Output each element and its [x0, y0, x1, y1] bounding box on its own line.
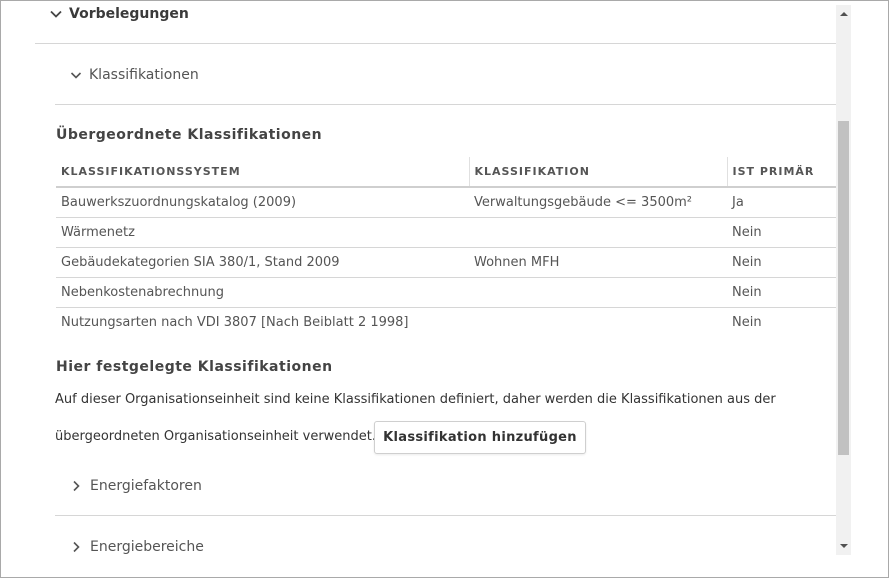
table-row: Gebäudekategorien SIA 380/1, Stand 2009 … [56, 247, 836, 278]
section-title-energiebereiche: Energiebereiche [90, 539, 204, 555]
chevron-right-icon [69, 540, 83, 554]
divider [35, 43, 836, 44]
cell-system: Nutzungsarten nach VDI 3807 [Nach Beibla… [61, 314, 409, 330]
scroll-down-arrow-icon[interactable] [836, 539, 851, 553]
section-title-vorbelegungen: Vorbelegungen [69, 6, 189, 22]
divider [55, 104, 836, 105]
column-header-primary[interactable]: IST PRIMÄR [726, 157, 836, 188]
table-row: Nebenkostenabrechnung Nein [56, 277, 836, 308]
divider [55, 515, 836, 516]
cell-system: Wärmenetz [56, 217, 469, 248]
cell-system: Nebenkostenabrechnung [56, 277, 469, 308]
info-text-line-1: Auf dieser Organisationseinheit sind kei… [55, 392, 776, 407]
cell-classification: Verwaltungsgebäude <= 3500m² [469, 187, 727, 218]
column-header-classification[interactable]: KLASSIFIKATION [468, 157, 727, 188]
cell-system: Bauwerkszuordnungskatalog (2009) [56, 187, 469, 218]
chevron-down-icon [49, 7, 63, 21]
info-text-line-2: übergeordneten Organisationseinheit verw… [55, 429, 377, 444]
section-title-klassifikationen: Klassifikationen [89, 67, 199, 83]
cell-primary: Nein [732, 314, 762, 330]
section-energiefaktoren[interactable]: Energiefaktoren [69, 477, 202, 495]
table-row: Bauwerkszuordnungskatalog (2009) Verwalt… [56, 187, 836, 218]
column-header-system[interactable]: KLASSIFIKATIONSSYSTEM [56, 157, 469, 188]
parent-classifications-table: KLASSIFIKATIONSSYSTEM KLASSIFIKATION IST… [56, 157, 836, 337]
section-title-energiefaktoren: Energiefaktoren [90, 478, 202, 494]
cell-primary: Ja [727, 187, 836, 218]
parent-classifications-heading: Übergeordnete Klassifikationen [56, 127, 323, 143]
cell-classification: Wohnen MFH [469, 247, 727, 278]
local-classifications-heading: Hier festgelegte Klassifikationen [56, 359, 333, 375]
add-classification-button[interactable]: Klassifikation hinzufügen [374, 421, 586, 454]
section-vorbelegungen[interactable]: Vorbelegungen [49, 5, 189, 23]
cell-primary: Nein [727, 247, 836, 278]
table-row: Nutzungsarten nach VDI 3807 [Nach Beibla… [56, 307, 836, 337]
chevron-down-icon [69, 68, 83, 82]
cell-classification [469, 277, 727, 308]
scroll-up-arrow-icon[interactable] [836, 7, 851, 21]
section-energiebereiche[interactable]: Energiebereiche [69, 538, 204, 556]
cell-primary: Nein [727, 277, 836, 308]
classification-panel: Vorbelegungen Klassifikationen Übergeord… [0, 0, 889, 578]
cell-classification [469, 217, 727, 248]
vertical-scrollbar[interactable] [836, 5, 851, 555]
cell-primary: Nein [727, 217, 836, 248]
cell-system: Gebäudekategorien SIA 380/1, Stand 2009 [56, 247, 469, 278]
section-klassifikationen[interactable]: Klassifikationen [69, 66, 199, 84]
table-row: Wärmenetz Nein [56, 217, 836, 248]
scrollbar-thumb[interactable] [838, 121, 849, 455]
table-header-row: KLASSIFIKATIONSSYSTEM KLASSIFIKATION IST… [56, 157, 836, 188]
cell-classification [469, 307, 727, 337]
chevron-right-icon [69, 479, 83, 493]
